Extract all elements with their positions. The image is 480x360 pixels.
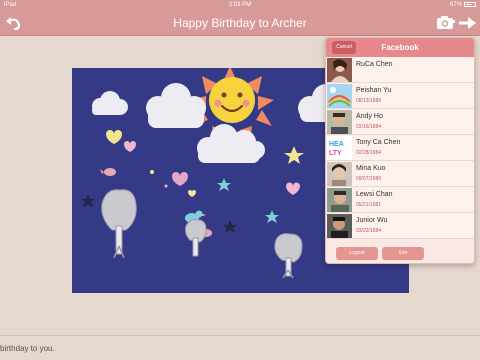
avatar <box>327 58 352 82</box>
avatar <box>327 84 352 108</box>
facebook-friends-popover: Facebook Cancel RuCa Chen Peishan Yu 08/… <box>325 37 475 264</box>
star-icon <box>223 220 237 233</box>
friend-birthday: 02/16/1984 <box>356 124 382 130</box>
page-title: Happy Birthday to Archer <box>173 16 307 30</box>
card-message-text[interactable]: birthday to you. <box>0 344 55 353</box>
friend-row[interactable]: HEA LTY Tony Ca Chen 02/28/1984 <box>326 135 474 161</box>
tree-icon <box>101 189 137 259</box>
heart-icon <box>106 130 122 144</box>
friend-birthday: 09/07/1989 <box>356 176 382 182</box>
friend-row[interactable]: Junior Wu 03/22/1984 <box>326 213 474 239</box>
friend-birthday: 08/13/1989 <box>356 98 382 104</box>
friend-row[interactable]: Mina Kuo 09/07/1989 <box>326 161 474 187</box>
tree-icon <box>274 233 303 279</box>
cloud-icon <box>146 83 206 128</box>
friend-name: Mina Kuo <box>356 165 386 172</box>
avatar <box>327 110 352 134</box>
star-icon <box>265 210 279 223</box>
forward-arrow-icon[interactable] <box>458 16 477 35</box>
friend-name: Peishan Yu <box>356 87 392 94</box>
friend-list[interactable]: RuCa Chen Peishan Yu 08/13/1989 Andy Ho … <box>326 57 474 239</box>
heart-icon <box>286 182 300 195</box>
friend-birthday: 05/21/1981 <box>356 202 382 208</box>
friend-name: Junior Wu <box>356 217 388 224</box>
battery-indicator: 67% <box>450 0 476 10</box>
bird-icon <box>100 168 116 176</box>
cancel-button[interactable]: Cancel <box>332 41 356 54</box>
camera-icon[interactable] <box>436 15 456 35</box>
friend-name: Tony Ca Chen <box>356 139 401 146</box>
friend-name: Lewsi Chan <box>356 191 393 198</box>
cloud-icon <box>92 91 128 115</box>
friend-row[interactable]: RuCa Chen <box>326 57 474 83</box>
star-icon <box>217 178 231 191</box>
dot-decoration <box>150 170 154 174</box>
facebook-panel-header: Facebook Cancel <box>326 38 474 57</box>
heart-icon <box>172 172 188 186</box>
avatar: HEA LTY <box>327 136 352 160</box>
friend-row[interactable]: Andy Ho 02/16/1984 <box>326 109 474 135</box>
svg-text:LTY: LTY <box>329 150 342 157</box>
message-bar[interactable]: birthday to you. <box>0 335 480 360</box>
friend-birthday: 03/22/1984 <box>356 228 382 234</box>
avatar <box>327 188 352 212</box>
tree-icon <box>185 219 207 257</box>
star-icon <box>81 194 95 207</box>
dot-decoration <box>164 184 168 188</box>
avatar <box>327 214 352 238</box>
svg-text:HEA: HEA <box>329 141 344 148</box>
friend-name: Andy Ho <box>356 113 383 120</box>
friend-row[interactable]: Lewsi Chan 05/21/1981 <box>326 187 474 213</box>
nav-bar: Happy Birthday to Archer <box>0 10 480 36</box>
star-icon <box>284 146 304 164</box>
logout-button[interactable]: Logout <box>336 247 378 260</box>
cloud-icon <box>197 124 265 163</box>
status-bar: iPad 2:03 PM 67% <box>0 0 480 10</box>
battery-percent: 67% <box>449 2 462 8</box>
avatar <box>327 162 352 186</box>
friend-row[interactable]: Peishan Yu 08/13/1989 <box>326 83 474 109</box>
heart-icon <box>188 190 196 197</box>
friend-birthday: 02/28/1984 <box>356 150 382 156</box>
battery-icon <box>464 1 476 7</box>
clock: 2:03 PM <box>228 2 252 8</box>
friend-name: RuCa Chen <box>356 61 393 68</box>
sort-button[interactable]: Sort <box>382 247 424 260</box>
heart-icon <box>124 141 136 152</box>
